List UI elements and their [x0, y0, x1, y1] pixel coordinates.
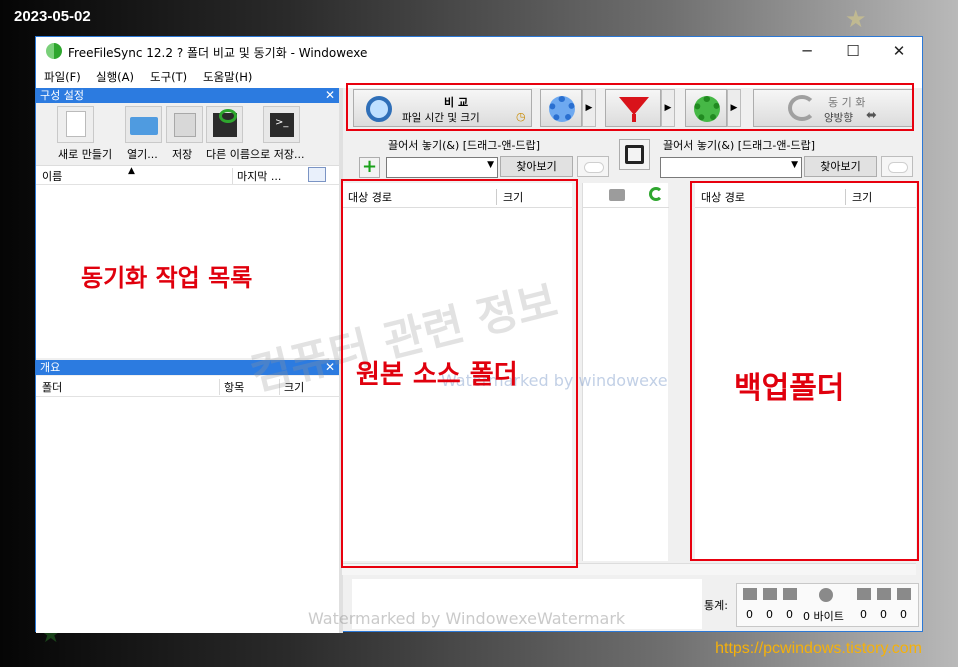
annotation-source-folder: 원본 소스 폴더 [356, 360, 518, 390]
config-col-last[interactable]: 마지막 ... [232, 168, 281, 184]
new-config-icon[interactable] [57, 106, 94, 143]
data-size-icon [819, 588, 833, 602]
list-view-icon[interactable] [308, 167, 326, 182]
stat-delete-right: 0 [900, 608, 907, 621]
overview-panel-title: 개요 [40, 361, 61, 374]
open-config-label: 열기... [127, 148, 158, 161]
source-url: https://pcwindows.tistory.com [715, 640, 922, 657]
save-icon[interactable] [166, 106, 203, 143]
maximize-button[interactable]: ☐ [830, 37, 876, 66]
stat-create-right: 0 [860, 608, 867, 621]
save-as-icon[interactable]: >_ [263, 106, 300, 143]
minimize-button[interactable]: ─ [784, 37, 830, 66]
date-stamp: 2023-05-02 [14, 8, 91, 25]
overview-panel: 개요 ✕ 폴더 항목 크기 [36, 360, 339, 633]
right-drag-label: 끌어서 놓기(&) [드래그-앤-드랍] [663, 139, 815, 152]
left-drag-label: 끌어서 놓기(&) [드래그-앤-드랍] [388, 139, 540, 152]
config-col-name[interactable]: 이름 [42, 168, 62, 184]
delete-right-icon [897, 588, 911, 600]
swap-sides-button[interactable] [619, 139, 650, 170]
stats-panel: 0 0 0 0 바이트 0 0 0 [736, 583, 919, 627]
right-browse-button[interactable]: 찾아보기 [804, 156, 877, 177]
config-panel-close-icon[interactable]: ✕ [325, 88, 335, 103]
camera-icon[interactable] [609, 189, 625, 201]
sort-up-icon: ▲ [128, 166, 135, 176]
stat-delete-left: 0 [786, 608, 793, 621]
toolbar-highlight [346, 83, 914, 131]
stats-label: 통계: [704, 599, 728, 612]
watermark-bottom: Watermarked by WindowexeWatermark [308, 609, 626, 628]
update-left-icon [763, 588, 777, 600]
menu-help[interactable]: 도움말(H) [203, 69, 252, 85]
create-right-icon [857, 588, 871, 600]
refresh-icon[interactable] [649, 187, 663, 201]
title-bar: FreeFileSync 12.2 ? 폴더 비교 및 동기화 - Window… [36, 37, 922, 66]
stat-update-right: 0 [880, 608, 887, 621]
close-button[interactable]: ✕ [876, 37, 922, 66]
stat-bytes: 0 바이트 [803, 610, 844, 623]
update-right-icon [877, 588, 891, 600]
save-as-batch-icon[interactable] [206, 106, 243, 143]
menu-tools[interactable]: 도구(T) [150, 69, 187, 85]
menu-action[interactable]: 실행(A) [96, 69, 134, 85]
left-folder-input[interactable]: ▼ [386, 157, 498, 178]
left-browse-button[interactable]: 찾아보기 [500, 156, 573, 177]
window-title: FreeFileSync 12.2 ? 폴더 비교 및 동기화 - Window… [68, 46, 368, 60]
add-folder-pair-icon[interactable]: + [359, 157, 380, 178]
menu-file[interactable]: 파일(F) [44, 69, 81, 85]
freefilesync-icon [46, 43, 62, 59]
star-decoration: ★ [845, 5, 867, 33]
save-as-label: 다른 이름으로 저장... [206, 148, 305, 161]
right-cloud-icon[interactable] [881, 156, 913, 177]
new-config-label: 새로 만들기 [58, 148, 113, 161]
annotation-job-list: 동기화 작업 목록 [81, 264, 253, 292]
config-panel-header: 구성 설정 ✕ [36, 88, 339, 103]
stat-update-left: 0 [766, 608, 773, 621]
overview-list[interactable]: 폴더 항목 크기 [36, 376, 339, 633]
overview-col-folder[interactable]: 폴더 [42, 379, 62, 395]
annotation-backup-folder: 백업폴더 [734, 371, 845, 406]
delete-left-icon [783, 588, 797, 600]
right-folder-input[interactable]: ▼ [660, 157, 802, 178]
open-config-icon[interactable] [125, 106, 162, 143]
swap-icon [625, 145, 644, 164]
config-panel-title: 구성 설정 [40, 89, 84, 102]
config-panel: 구성 설정 ✕ >_ 새로 만들기 열기... 저장 다른 이름으로 저장... … [36, 88, 339, 358]
save-label: 저장 [172, 148, 193, 161]
left-cloud-icon[interactable] [577, 156, 609, 177]
overview-col-items[interactable]: 항목 [219, 379, 244, 395]
stat-create-left: 0 [746, 608, 753, 621]
create-left-icon [743, 588, 757, 600]
app-window: FreeFileSync 12.2 ? 폴더 비교 및 동기화 - Window… [35, 36, 923, 633]
